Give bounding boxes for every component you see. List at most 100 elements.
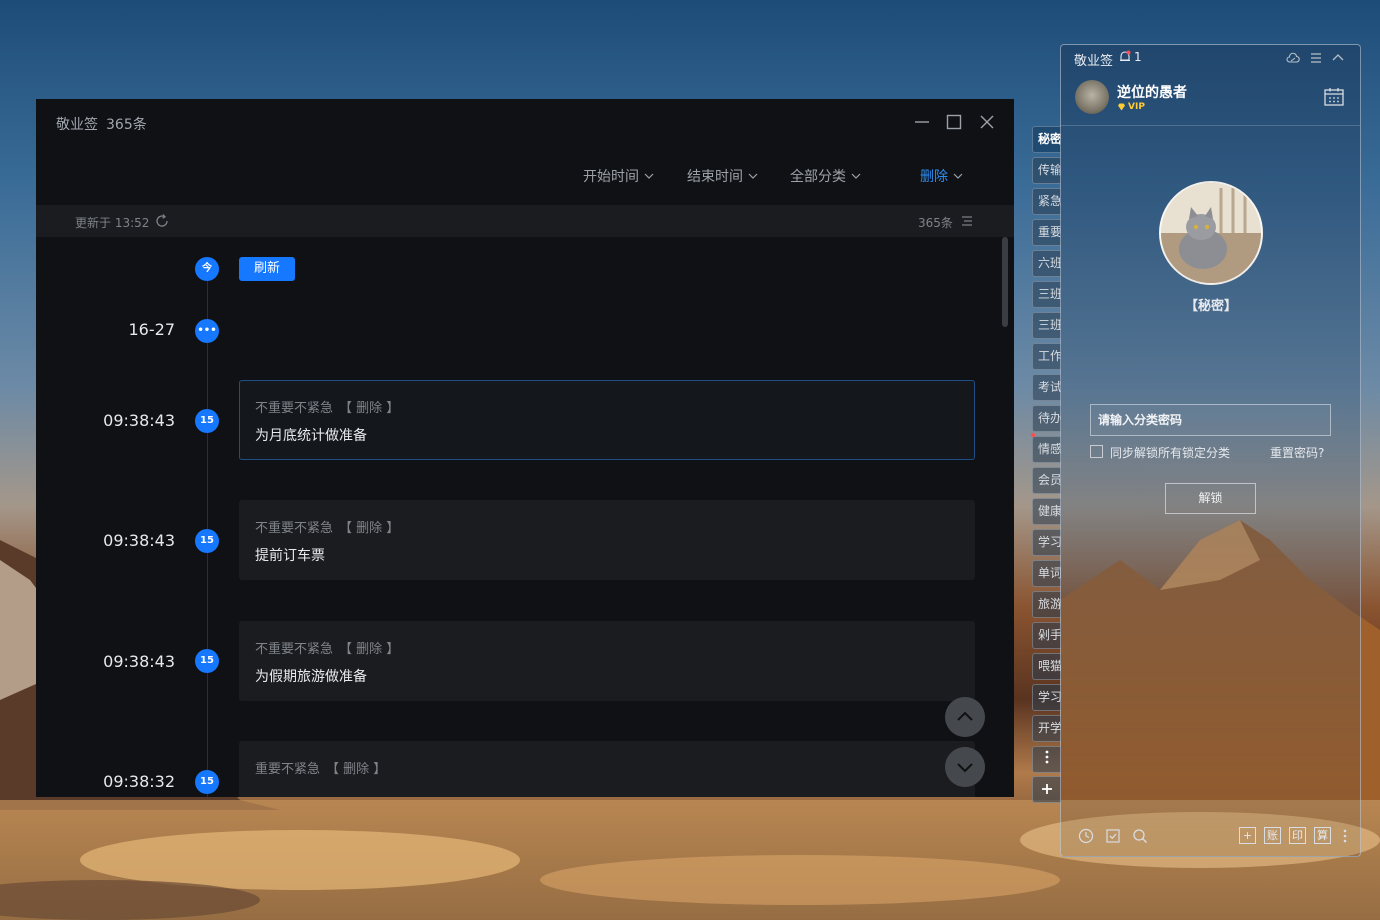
tab-category[interactable]: 单词 [1032, 560, 1061, 587]
refresh-button[interactable]: 刷新 [239, 257, 295, 281]
tab-category[interactable]: 开学 [1032, 715, 1061, 742]
user-info: 逆位的愚者 VIP [1061, 70, 1360, 126]
note-meta: 不重要不紧急【 删除 】 [255, 517, 399, 536]
add-category-button[interactable] [1032, 776, 1061, 803]
chevron-down-icon [851, 173, 861, 179]
note-count: 365条 [106, 117, 147, 133]
timeline-scroll-area[interactable]: 今 刷新 16-27 ••• 09:38:43 15 不重要不紧急【 删除 】 … [36, 237, 1014, 797]
tab-category[interactable]: 六班 [1032, 250, 1061, 277]
sync-unlock-label: 同步解锁所有锁定分类 [1110, 446, 1231, 460]
sync-unlock-checkbox[interactable] [1090, 445, 1103, 458]
note-category: 不重要不紧急 [255, 401, 334, 416]
note-delete-link[interactable]: 【 删除 】 [326, 762, 386, 777]
diamond-icon [1118, 103, 1125, 111]
clock-icon[interactable] [1078, 828, 1094, 844]
main-window: 敬业签 365条 开始时间 结束时间 全部分类 删除 更新于 13:52 365条 [36, 99, 1014, 797]
tab-category[interactable]: 学习 [1032, 529, 1061, 556]
side-panel: 敬业签 1 逆位的愚者 VIP 【秘密】 同步解锁所有锁定分类 重置密码? 解锁… [1060, 44, 1361, 857]
more-badge[interactable]: ••• [195, 319, 219, 343]
tab-category[interactable]: 会员 [1032, 467, 1061, 494]
note-delete-link[interactable]: 【 删除 】 [339, 642, 399, 657]
search-icon[interactable] [1132, 828, 1148, 844]
tab-category[interactable]: 喂猫 [1032, 653, 1061, 680]
window-title: 敬业签 365条 [56, 114, 147, 134]
tab-category[interactable]: 健康 [1032, 498, 1061, 525]
chevron-down-icon [748, 173, 758, 179]
side-panel-title: 敬业签 [1074, 54, 1114, 69]
item-time: 09:38:32 [103, 772, 175, 791]
scroll-down-button[interactable] [945, 747, 985, 787]
tab-category[interactable]: 待办 [1032, 405, 1061, 432]
delete-filter[interactable]: 删除 [920, 166, 963, 186]
note-card[interactable]: 不重要不紧急【 删除 】 为假期旅游做准备 [239, 621, 975, 701]
refresh-icon[interactable] [154, 213, 170, 229]
vip-label: VIP [1128, 102, 1145, 112]
note-card[interactable]: 不重要不紧急【 删除 】 为月底统计做准备 [239, 380, 975, 460]
item-badge: 15 [195, 770, 219, 794]
more-vertical-icon[interactable] [1337, 828, 1353, 844]
more-tabs-button[interactable] [1032, 746, 1061, 773]
menu-icon[interactable] [1309, 51, 1323, 65]
tab-category[interactable]: 三班 [1032, 281, 1061, 308]
update-bar: 更新于 13:52 365条 [36, 205, 1014, 237]
more-vertical-icon [1045, 750, 1049, 764]
note-meta: 不重要不紧急【 删除 】 [255, 397, 399, 416]
item-time: 09:38:43 [103, 531, 175, 550]
scrollbar-thumb[interactable] [1002, 237, 1008, 327]
checklist-icon[interactable] [1105, 828, 1121, 844]
password-input[interactable] [1090, 404, 1331, 436]
tab-category[interactable]: 三班 [1032, 312, 1061, 339]
end-time-label: 结束时间 [687, 169, 743, 185]
close-icon[interactable] [977, 112, 997, 132]
start-time-filter[interactable]: 开始时间 [583, 166, 654, 186]
tab-category[interactable]: 紧急 [1032, 188, 1061, 215]
print-button[interactable]: 印 [1289, 827, 1306, 844]
tab-category[interactable]: 传输 [1032, 157, 1061, 184]
title-bar[interactable]: 敬业签 365条 [36, 99, 1014, 145]
list-settings-icon[interactable] [961, 215, 973, 227]
note-content: 提前订车票 [255, 548, 325, 564]
maximize-icon[interactable] [944, 112, 964, 132]
note-card[interactable]: 重要不紧急【 删除 】 [239, 741, 975, 797]
tab-category[interactable]: 重要 [1032, 219, 1061, 246]
note-category: 不重要不紧急 [255, 521, 334, 536]
tab-category[interactable]: 工作 [1032, 343, 1061, 370]
category-avatar [1159, 181, 1263, 285]
avatar[interactable] [1075, 80, 1109, 114]
calendar-icon[interactable] [1323, 86, 1345, 108]
minimize-icon[interactable] [912, 112, 932, 132]
update-time: 更新于 13:52 [75, 216, 150, 230]
note-delete-link[interactable]: 【 删除 】 [339, 521, 399, 536]
item-time: 09:38:43 [103, 411, 175, 430]
notification-count: 1 [1134, 50, 1142, 64]
note-content: 为假期旅游做准备 [255, 669, 367, 685]
start-time-label: 开始时间 [583, 169, 639, 185]
side-panel-header[interactable]: 敬业签 1 [1061, 45, 1360, 70]
note-card[interactable]: 不重要不紧急【 删除 】 提前订车票 [239, 500, 975, 580]
bell-icon[interactable] [1118, 50, 1132, 64]
add-note-button[interactable]: + [1239, 827, 1256, 844]
app-name: 敬业签 [56, 117, 98, 133]
today-badge: 今 [195, 257, 219, 281]
end-time-filter[interactable]: 结束时间 [687, 166, 758, 186]
cloud-sync-icon[interactable] [1286, 51, 1300, 65]
calculator-button[interactable]: 算 [1314, 827, 1331, 844]
category-filter[interactable]: 全部分类 [790, 166, 861, 186]
tab-category[interactable]: 旅游 [1032, 591, 1061, 618]
tab-category[interactable]: 剁手 [1032, 622, 1061, 649]
note-content: 为月底统计做准备 [255, 428, 367, 444]
item-time: 09:38:43 [103, 652, 175, 671]
account-button[interactable]: 账 [1264, 827, 1281, 844]
note-delete-link[interactable]: 【 删除 】 [339, 401, 399, 416]
collapse-icon[interactable] [1331, 51, 1345, 65]
tab-category[interactable]: 情感 [1032, 436, 1061, 463]
reset-password-link[interactable]: 重置密码? [1270, 444, 1324, 461]
tab-category[interactable]: 考试 [1032, 374, 1061, 401]
username: 逆位的愚者 [1117, 85, 1187, 101]
tab-secret[interactable]: 秘密 [1032, 126, 1061, 153]
tab-category[interactable]: 学习 [1032, 684, 1061, 711]
scroll-up-button[interactable] [945, 697, 985, 737]
unlock-button[interactable]: 解锁 [1165, 483, 1256, 514]
category-label: 全部分类 [790, 169, 846, 185]
note-category: 重要不紧急 [255, 762, 321, 777]
